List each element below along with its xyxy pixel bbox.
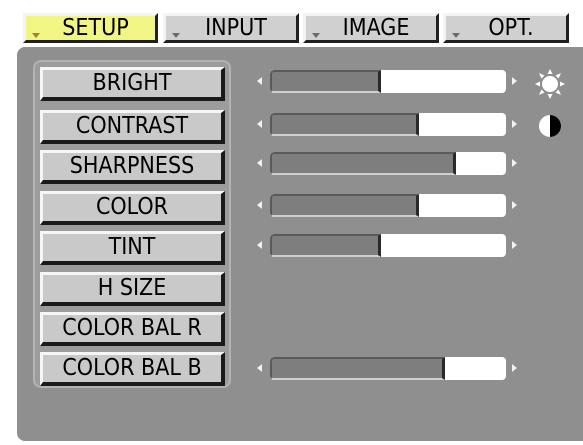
bright-slider[interactable]: [270, 70, 506, 93]
bright-button[interactable]: BRIGHT: [40, 67, 225, 101]
contrast-slider-fill: [270, 113, 419, 136]
sharpness-label: SHARPNESS: [69, 153, 195, 179]
tab-opt[interactable]: OPT.: [443, 13, 569, 43]
sharpness-increase-arrow-icon[interactable]: [512, 159, 517, 167]
h-size-label: H SIZE: [97, 275, 167, 301]
tab-label: INPUT: [205, 15, 267, 41]
contrast-decrease-arrow-icon[interactable]: [257, 120, 262, 128]
tab-image[interactable]: IMAGE: [303, 13, 439, 43]
tab-input[interactable]: INPUT: [163, 13, 299, 43]
bright-label: BRIGHT: [92, 70, 172, 96]
tint-label: TINT: [108, 234, 156, 260]
sharpness-slider[interactable]: [270, 152, 506, 175]
h-size-button[interactable]: H SIZE: [40, 272, 225, 306]
color-label: COLOR: [95, 194, 169, 220]
tint-increase-arrow-icon[interactable]: [512, 241, 517, 249]
tint-button[interactable]: TINT: [40, 231, 225, 265]
tint-slider-fill: [270, 234, 381, 257]
color-bal-b-decrease-arrow-icon[interactable]: [257, 364, 262, 372]
bright-decrease-arrow-icon[interactable]: [257, 77, 262, 85]
contrast-slider[interactable]: [270, 113, 506, 136]
contrast-button[interactable]: CONTRAST: [40, 110, 225, 144]
tint-decrease-arrow-icon[interactable]: [257, 241, 262, 249]
contrast-half-circle-icon: [539, 115, 561, 137]
color-bal-r-button[interactable]: COLOR BAL R: [40, 312, 225, 346]
tint-slider[interactable]: [270, 234, 506, 257]
color-bal-b-button[interactable]: COLOR BAL B: [40, 352, 225, 386]
tab-label: SETUP: [62, 15, 129, 41]
color-bal-r-label: COLOR BAL R: [62, 315, 202, 341]
contrast-label: CONTRAST: [75, 113, 189, 139]
sharpness-decrease-arrow-icon[interactable]: [257, 159, 262, 167]
tab-label: OPT.: [488, 15, 534, 41]
color-increase-arrow-icon[interactable]: [512, 201, 517, 209]
color-bal-b-slider[interactable]: [270, 357, 506, 380]
bright-slider-fill: [270, 70, 381, 93]
tab-setup[interactable]: SETUP: [23, 13, 158, 43]
color-slider-fill: [270, 194, 419, 217]
contrast-increase-arrow-icon[interactable]: [512, 120, 517, 128]
color-bal-b-slider-fill: [270, 357, 445, 380]
color-button[interactable]: COLOR: [40, 191, 225, 225]
color-slider[interactable]: [270, 194, 506, 217]
brightness-sun-icon: [535, 69, 565, 99]
sharpness-button[interactable]: SHARPNESS: [40, 150, 225, 184]
bright-increase-arrow-icon[interactable]: [512, 77, 517, 85]
color-bal-b-increase-arrow-icon[interactable]: [512, 364, 517, 372]
osd-menu: SETUP INPUT IMAGE OPT. BRIGHT CONTRAST S…: [0, 0, 583, 445]
color-decrease-arrow-icon[interactable]: [257, 201, 262, 209]
sharpness-slider-fill: [270, 152, 457, 175]
color-bal-b-label: COLOR BAL B: [62, 355, 202, 381]
tab-label: IMAGE: [342, 15, 410, 41]
